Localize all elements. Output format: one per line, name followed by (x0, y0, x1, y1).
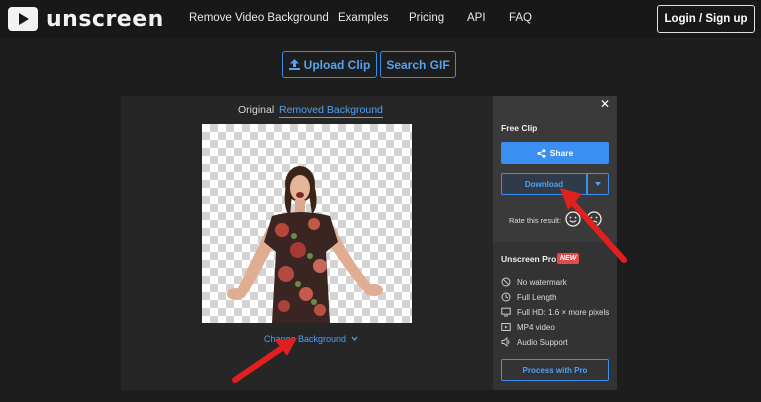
share-label: Share (549, 148, 574, 158)
close-icon[interactable]: ✕ (600, 97, 610, 111)
nav-remove-video-background[interactable]: Remove Video Background (189, 12, 329, 24)
nav-faq[interactable]: FAQ (509, 12, 532, 24)
brand-name: unscreen (46, 6, 164, 32)
speaker-icon (501, 337, 510, 347)
chevron-down-icon (351, 336, 358, 342)
feature-no-watermark: No watermark (501, 276, 567, 288)
preview-panel: Original Removed Background Change Backg… (121, 96, 494, 390)
brand-logo[interactable]: unscreen (8, 6, 164, 32)
video-icon (501, 323, 511, 331)
top-nav-bar: unscreen Remove Video Background Example… (0, 0, 761, 38)
feature-label: Full HD: 1.6 × more pixels (517, 307, 610, 317)
feature-label: MP4 video (517, 322, 555, 332)
share-button[interactable]: Share (501, 142, 609, 164)
result-preview-canvas (202, 124, 412, 323)
process-with-pro-button[interactable]: Process with Pro (501, 359, 609, 381)
search-gif-label: Search GIF (386, 57, 450, 72)
tab-original[interactable]: Original (238, 104, 274, 116)
clock-icon (501, 292, 511, 302)
feature-label: Audio Support (517, 337, 568, 347)
free-clip-title: Free Clip (501, 123, 538, 133)
feature-label: No watermark (517, 277, 567, 287)
feature-label: Full Length (517, 292, 557, 302)
monitor-icon (501, 307, 511, 317)
logo-icon (8, 7, 38, 31)
upload-clip-label: Upload Clip (303, 57, 371, 72)
nav-pricing[interactable]: Pricing (409, 12, 444, 24)
feature-mp4-video: MP4 video (501, 321, 555, 333)
share-icon (537, 148, 546, 158)
feature-audio-support: Audio Support (501, 336, 568, 348)
login-signup-button[interactable]: Login / Sign up (657, 5, 755, 33)
cutout-person-image (227, 166, 383, 323)
upload-icon (288, 59, 300, 70)
search-gif-button[interactable]: Search GIF (380, 51, 456, 78)
nav-api[interactable]: API (467, 12, 486, 24)
feature-full-length: Full Length (501, 291, 557, 303)
tab-removed-background[interactable]: Removed Background (279, 104, 383, 118)
annotation-arrow-download (560, 188, 627, 263)
feature-full-hd: Full HD: 1.6 × more pixels (501, 306, 609, 318)
no-watermark-icon (501, 277, 511, 287)
upload-clip-button[interactable]: Upload Clip (282, 51, 377, 78)
annotation-arrow-change-background (232, 338, 297, 383)
nav-examples[interactable]: Examples (338, 12, 389, 24)
